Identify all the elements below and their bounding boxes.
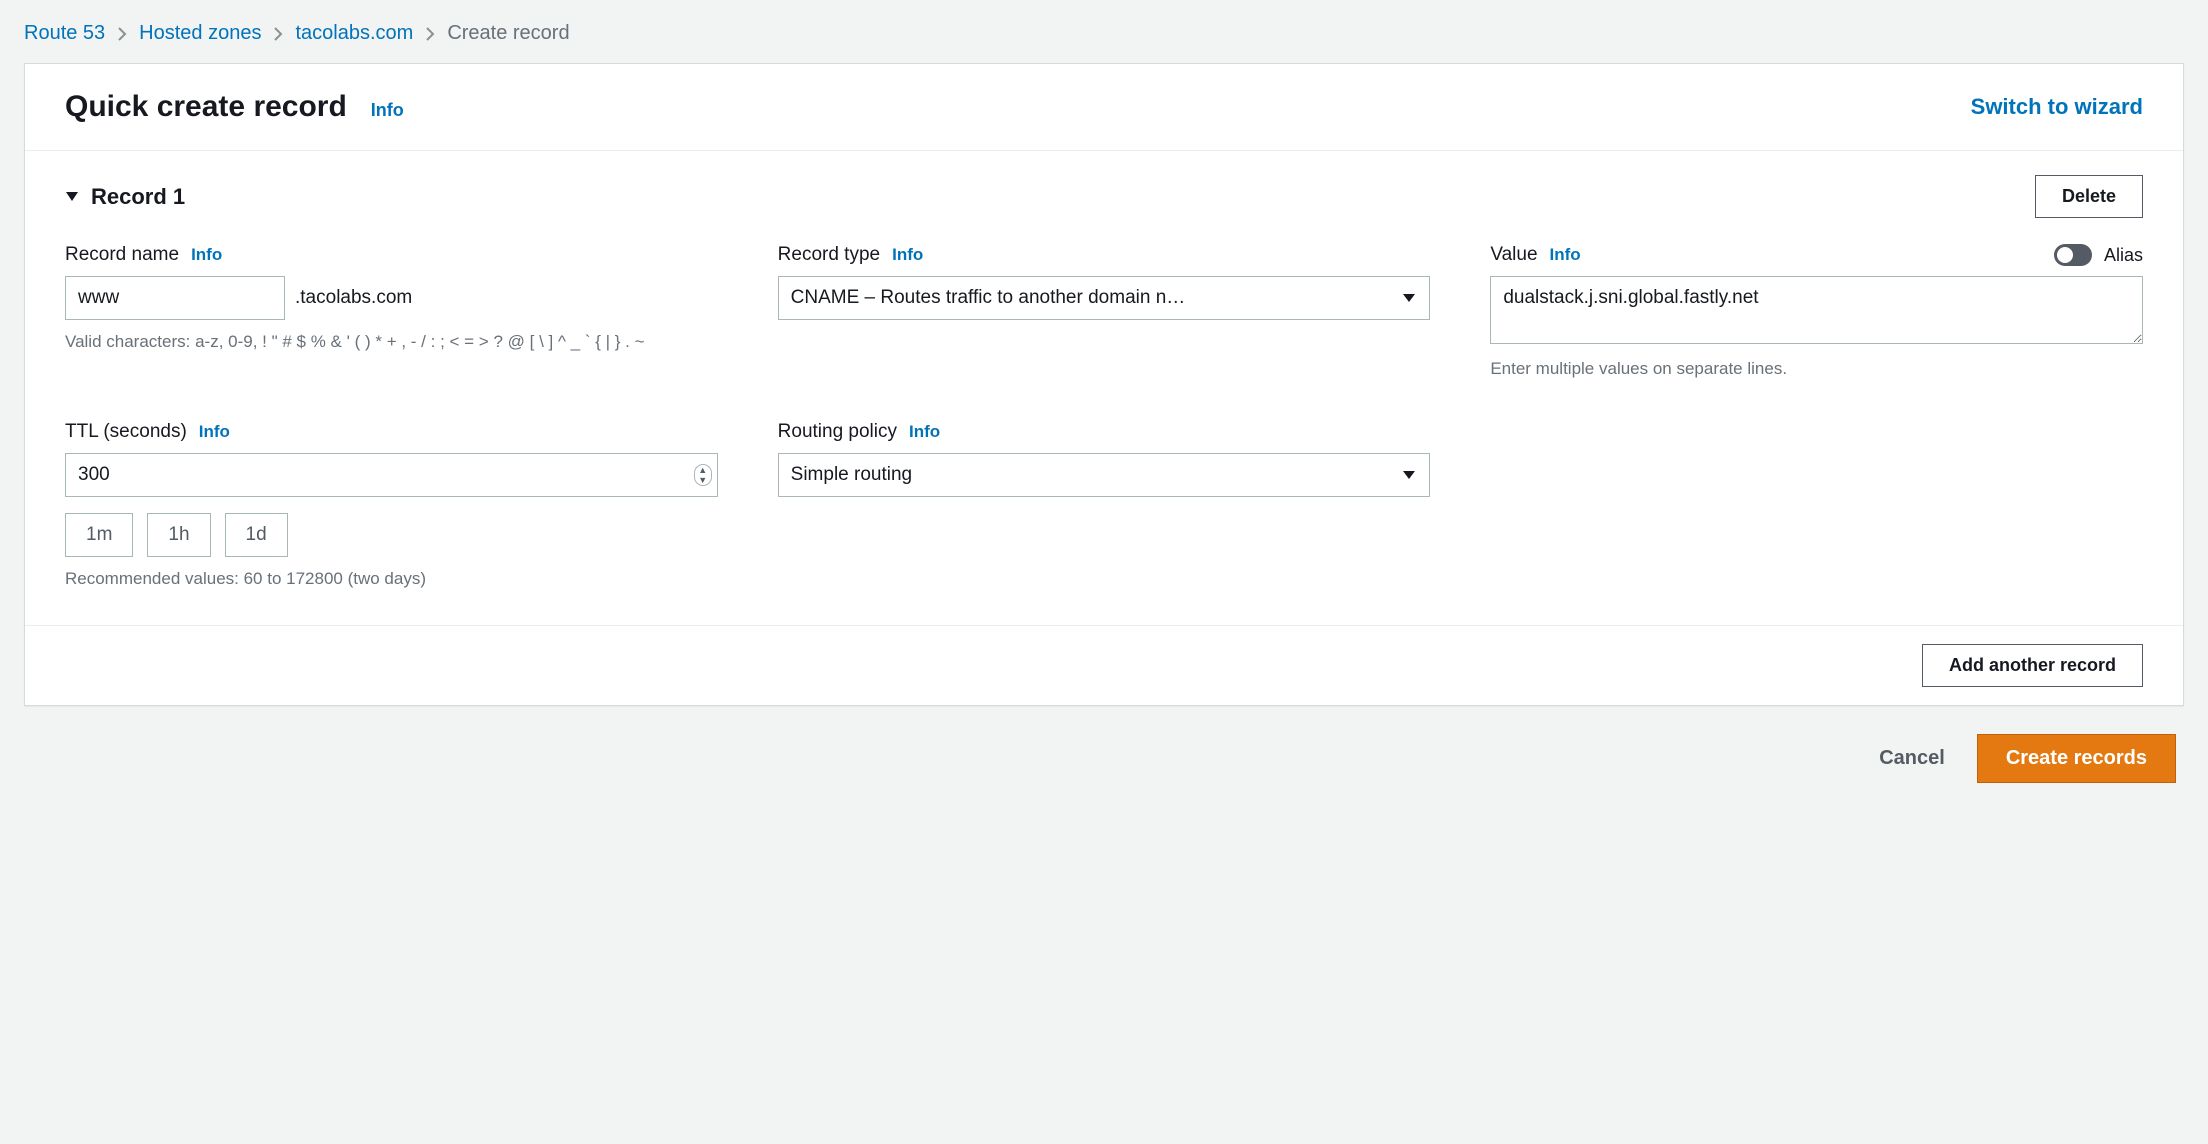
ttl-preset-1h[interactable]: 1h bbox=[147, 513, 210, 557]
breadcrumb-hosted-zones[interactable]: Hosted zones bbox=[139, 22, 261, 45]
create-record-panel: Quick create record Info Switch to wizar… bbox=[24, 63, 2184, 706]
record-value-field: Value Info Alias Enter multiple values o… bbox=[1490, 244, 2143, 381]
record-title: Record 1 bbox=[91, 184, 185, 210]
title-info-link[interactable]: Info bbox=[371, 100, 404, 120]
add-another-record-button[interactable]: Add another record bbox=[1922, 644, 2143, 687]
chevron-right-icon bbox=[425, 26, 435, 42]
ttl-spinner[interactable]: ▲ ▼ bbox=[694, 464, 712, 486]
footer-actions: Cancel Create records bbox=[24, 706, 2184, 783]
record-type-select[interactable]: CNAME – Routes traffic to another domain… bbox=[778, 276, 1431, 320]
ttl-preset-1m[interactable]: 1m bbox=[65, 513, 133, 557]
alias-toggle[interactable] bbox=[2054, 244, 2092, 266]
ttl-helper: Recommended values: 60 to 172800 (two da… bbox=[65, 567, 718, 591]
routing-policy-field: Routing policy Info Simple routing bbox=[778, 421, 1431, 591]
ttl-label: TTL (seconds) bbox=[65, 421, 187, 443]
record-name-helper: Valid characters: a-z, 0-9, ! " # $ % & … bbox=[65, 330, 718, 354]
ttl-field: TTL (seconds) Info ▲ ▼ 1m 1h 1d bbox=[65, 421, 718, 591]
chevron-right-icon bbox=[117, 26, 127, 42]
record-block: Record 1 Delete Record name Info .tacola… bbox=[25, 151, 2183, 625]
caret-down-icon bbox=[65, 189, 79, 205]
ttl-input[interactable] bbox=[65, 453, 718, 497]
routing-policy-select[interactable]: Simple routing bbox=[778, 453, 1431, 497]
record-value-textarea[interactable] bbox=[1490, 276, 2143, 344]
delete-record-button[interactable]: Delete bbox=[2035, 175, 2143, 218]
record-name-label: Record name bbox=[65, 244, 179, 266]
chevron-up-icon[interactable]: ▲ bbox=[695, 465, 711, 475]
record-type-info-link[interactable]: Info bbox=[892, 245, 923, 265]
panel-header: Quick create record Info Switch to wizar… bbox=[25, 64, 2183, 151]
record-type-label: Record type bbox=[778, 244, 880, 266]
record-value-info-link[interactable]: Info bbox=[1550, 245, 1581, 265]
record-name-field: Record name Info .tacolabs.com Valid cha… bbox=[65, 244, 718, 381]
breadcrumb-current: Create record bbox=[447, 22, 569, 45]
routing-policy-info-link[interactable]: Info bbox=[909, 422, 940, 442]
record-name-suffix: .tacolabs.com bbox=[295, 287, 412, 309]
ttl-info-link[interactable]: Info bbox=[199, 422, 230, 442]
record-value-helper: Enter multiple values on separate lines. bbox=[1490, 357, 2143, 381]
breadcrumb-route53[interactable]: Route 53 bbox=[24, 22, 105, 45]
record-value-label: Value bbox=[1490, 244, 1537, 266]
ttl-preset-1d[interactable]: 1d bbox=[225, 513, 288, 557]
switch-to-wizard-link[interactable]: Switch to wizard bbox=[1971, 94, 2143, 120]
record-name-info-link[interactable]: Info bbox=[191, 245, 222, 265]
breadcrumb-domain[interactable]: tacolabs.com bbox=[295, 22, 413, 45]
record-collapse-toggle[interactable]: Record 1 bbox=[65, 184, 185, 210]
alias-toggle-label: Alias bbox=[2104, 245, 2143, 266]
chevron-down-icon[interactable]: ▼ bbox=[695, 475, 711, 485]
cancel-button[interactable]: Cancel bbox=[1869, 734, 1955, 783]
routing-policy-label: Routing policy bbox=[778, 421, 897, 443]
chevron-right-icon bbox=[273, 26, 283, 42]
breadcrumb: Route 53 Hosted zones tacolabs.com Creat… bbox=[24, 18, 2184, 63]
record-name-input[interactable] bbox=[65, 276, 285, 320]
create-records-button[interactable]: Create records bbox=[1977, 734, 2176, 783]
record-type-field: Record type Info CNAME – Routes traffic … bbox=[778, 244, 1431, 381]
page-title: Quick create record bbox=[65, 90, 347, 124]
